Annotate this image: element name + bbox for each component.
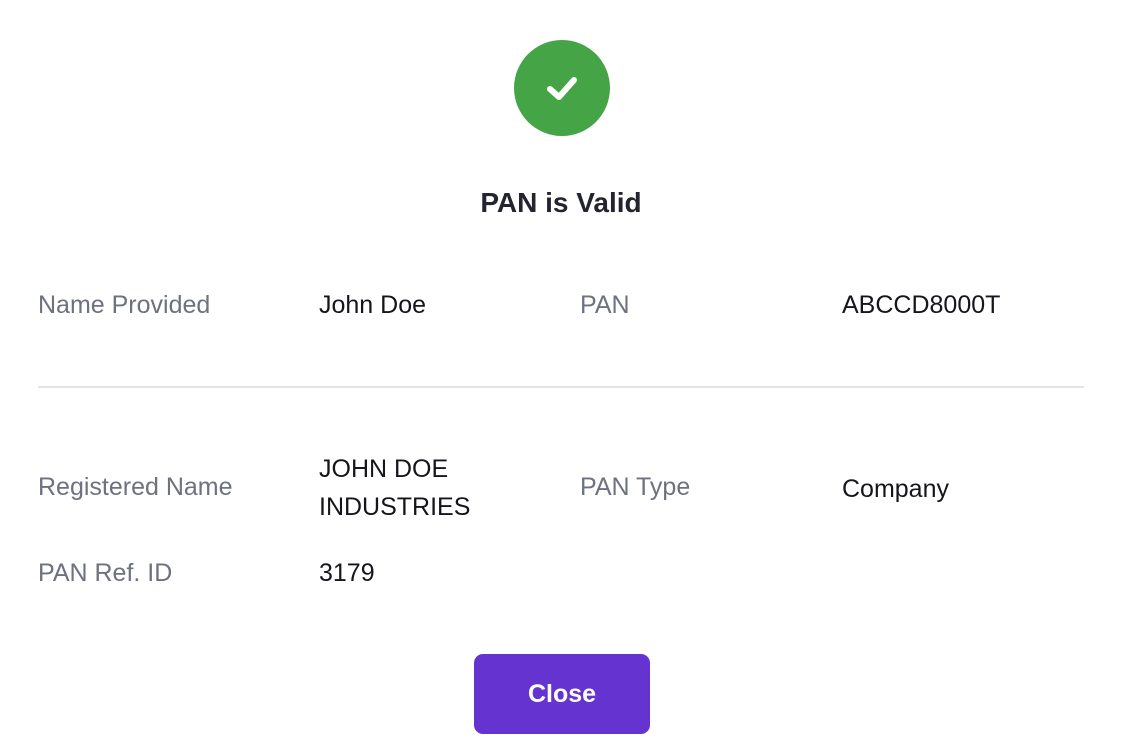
pan-type-value: Company [842,475,949,503]
registered-name-value-line1: JOHN DOE [319,455,449,483]
section-divider [38,386,1084,388]
pan-value: ABCCD8000T [842,291,1001,319]
close-button[interactable]: Close [474,654,650,734]
name-provided-value: John Doe [319,291,427,319]
check-circle-icon [514,40,610,136]
name-provided-label: Name Provided [38,291,211,319]
pan-verification-result: PAN is Valid Name Provided John Doe PAN … [0,0,1122,752]
pan-type-label: PAN Type [580,473,691,501]
registered-name-label: Registered Name [38,473,233,501]
pan-label: PAN [580,291,630,319]
status-title: PAN is Valid [480,187,642,218]
pan-ref-id-value: 3179 [319,559,375,587]
pan-ref-id-label: PAN Ref. ID [38,559,173,587]
registered-name-value-line2: INDUSTRIES [319,493,471,521]
checkmark-icon [547,77,577,100]
